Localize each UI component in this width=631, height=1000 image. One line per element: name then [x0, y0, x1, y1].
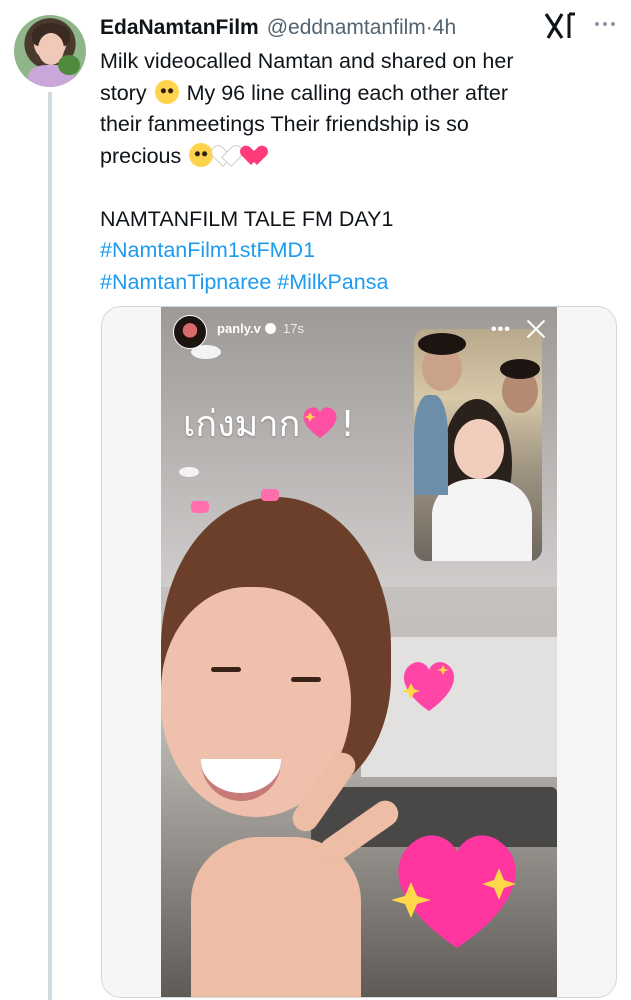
verified-icon [265, 323, 276, 334]
story-time: 17s [283, 321, 304, 336]
more-options-icon[interactable] [588, 10, 622, 38]
line-2-text: story [100, 80, 147, 105]
handle-text: @eddnamtanfilm [266, 16, 426, 39]
tweet-line-1: Milk videocalled Namtan and shared on he… [100, 49, 514, 73]
person-eye [291, 677, 321, 682]
x-logo-icon[interactable] [542, 10, 578, 42]
story-avatar [173, 315, 207, 349]
heart-arrow-icon [245, 143, 269, 167]
tweet-line-4: precious [100, 141, 620, 173]
pip-person-hair [500, 359, 540, 379]
story-screenshot: panly.v 17s ••• เก่งมาก! [161, 307, 557, 997]
person-eye [211, 667, 241, 672]
story-header: panly.v 17s ••• [161, 307, 557, 357]
sticker-text: เก่งมาก [183, 404, 301, 445]
story-username: panly.v [217, 321, 261, 336]
display-name[interactable]: EdaNamtanFilm [100, 16, 259, 40]
tweet-line-3: their fanmeetings Their friendship is so [100, 112, 469, 136]
pleading-face-icon [154, 79, 179, 104]
dot-separator: · [425, 16, 433, 39]
hair-clip [261, 489, 279, 501]
line-4-text: precious [100, 143, 182, 168]
person-selfie [161, 489, 411, 997]
sparkling-heart-icon [303, 407, 337, 438]
story-sticker: เก่งมาก! [183, 395, 355, 452]
user-handle[interactable]: @eddnamtanfilm·4h [267, 16, 456, 40]
tweet-text: Milk videocalled Namtan and shared on he… [100, 46, 620, 298]
hashtag-namtanfilm[interactable]: #NamtanFilm1stFMD1 [100, 235, 620, 267]
story-more-icon: ••• [491, 321, 511, 338]
tweet-media[interactable]: panly.v 17s ••• เก่งมาก! [101, 306, 617, 998]
sparkling-heart-icon [402, 662, 455, 711]
pip-person-face [454, 419, 504, 479]
avatar-plant [58, 55, 80, 75]
close-icon [526, 319, 546, 339]
ceiling-lamp [179, 467, 199, 477]
title-line: NAMTANFILM TALE FM DAY1 [100, 206, 394, 231]
sparkling-heart-icon [391, 835, 516, 948]
author-avatar[interactable] [14, 15, 86, 87]
tweet-line-2: story My 96 line calling each other afte… [100, 78, 620, 110]
white-heart-icon [217, 143, 241, 167]
line-2b-text: My 96 line calling each other after [186, 80, 509, 105]
hashtag-line-2[interactable]: #NamtanTipnaree #MilkPansa [100, 267, 620, 299]
thread-line [48, 92, 52, 1000]
pleading-face-icon [189, 142, 214, 167]
sticker-exclaim: ! [340, 404, 355, 445]
hair-clip [191, 501, 209, 513]
video-call-inset [414, 329, 542, 561]
tweet-time[interactable]: 4h [433, 16, 456, 39]
pip-person-shirt [414, 395, 448, 495]
